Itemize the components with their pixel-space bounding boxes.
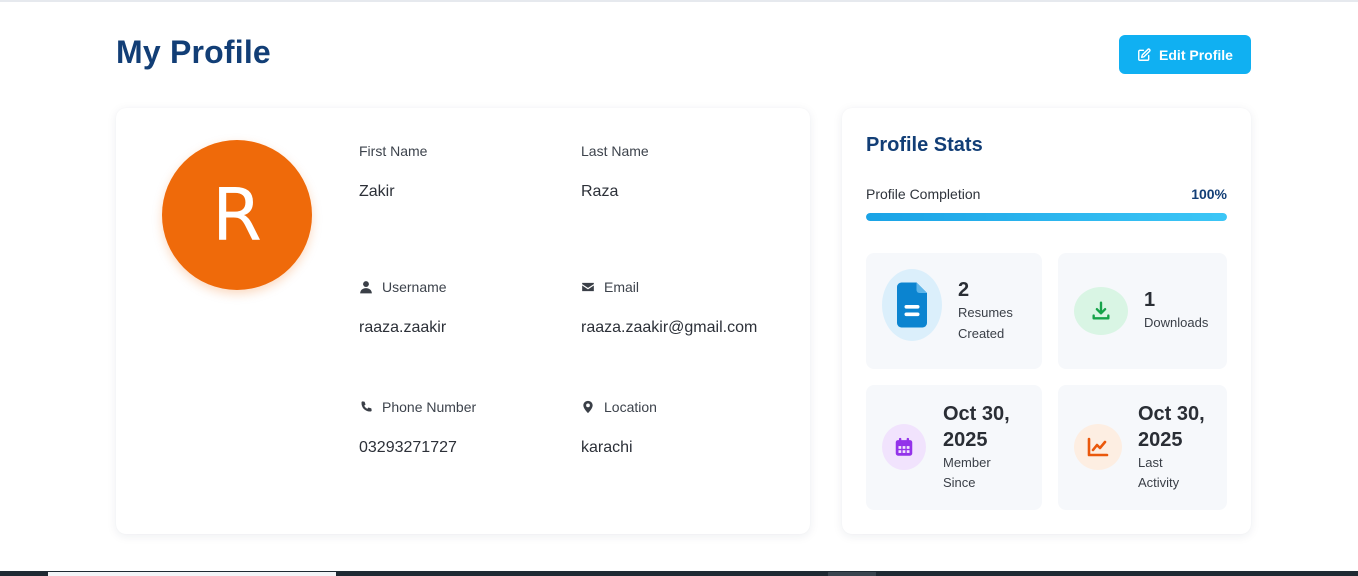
user-icon: [360, 281, 372, 294]
profile-card: R First Name Zakir Last Name Raza Userna…: [116, 108, 810, 534]
member-since-label-line1: Member: [943, 455, 991, 470]
chart-line-icon: [1074, 424, 1122, 470]
page-title: My Profile: [116, 34, 271, 70]
taskbar-segment: [48, 572, 336, 576]
last-activity-date-line1: Oct 30,: [1138, 403, 1205, 425]
last-activity-date-line2: 2025: [1138, 429, 1183, 451]
location-value: karachi: [581, 439, 633, 456]
username-label: Username: [382, 279, 447, 295]
edit-profile-label: Edit Profile: [1159, 46, 1233, 63]
resumes-created-tile: 2 Resumes Created: [866, 253, 1042, 369]
phone-field: Phone Number 03293271727: [359, 399, 476, 457]
first-name-value: Zakir: [359, 183, 395, 200]
last-name-label: Last Name: [581, 143, 649, 159]
edit-icon: [1138, 47, 1151, 61]
completion-value: 100%: [1191, 186, 1227, 202]
downloads-count: 1: [1144, 289, 1156, 311]
map-pin-icon: [583, 400, 593, 414]
phone-value: 03293271727: [359, 439, 457, 456]
completion-progress-fill: [866, 213, 1227, 221]
top-divider: [0, 0, 1358, 2]
username-field: Username raaza.zaakir: [359, 279, 447, 337]
last-activity-tile: Oct 30, 2025 Last Activity: [1058, 385, 1227, 510]
member-since-date-line1: Oct 30,: [943, 403, 1010, 425]
taskbar-segment: [828, 572, 876, 576]
profile-stats-card: Profile Stats Profile Completion 100% 2 …: [842, 108, 1251, 534]
phone-label: Phone Number: [382, 399, 477, 415]
last-activity-label-line1: Last: [1138, 455, 1163, 470]
edit-profile-button[interactable]: Edit Profile: [1119, 35, 1251, 74]
download-icon: [1074, 287, 1128, 335]
member-since-date-line2: 2025: [943, 429, 988, 451]
document-icon: [882, 269, 942, 341]
envelope-icon: [582, 282, 594, 292]
resumes-count: 2: [958, 279, 970, 301]
member-since-label-line2: Since: [943, 475, 976, 490]
avatar: R: [162, 140, 312, 290]
resumes-label-line2: Created: [958, 326, 1005, 341]
last-name-value: Raza: [581, 183, 619, 200]
username-value: raaza.zaakir: [359, 319, 447, 336]
downloads-tile: 1 Downloads: [1058, 253, 1227, 369]
resumes-label-line1: Resumes: [958, 305, 1013, 320]
phone-icon: [361, 401, 372, 412]
first-name-field: First Name Zakir: [359, 143, 427, 201]
bottom-taskbar-strip: [0, 571, 1358, 576]
member-since-tile: Oct 30, 2025 Member Since: [866, 385, 1042, 510]
location-label: Location: [604, 399, 657, 415]
completion-label: Profile Completion: [866, 186, 981, 202]
email-label: Email: [604, 279, 640, 295]
last-name-field: Last Name Raza: [581, 143, 649, 201]
calendar-icon: [882, 424, 926, 470]
email-field: Email raaza.zaakir@gmail.com: [581, 279, 757, 337]
downloads-label: Downloads: [1144, 315, 1209, 330]
completion-progress-bar: [866, 213, 1227, 221]
stats-title: Profile Stats: [866, 134, 983, 156]
last-activity-label-line2: Activity: [1138, 475, 1180, 490]
email-value: raaza.zaakir@gmail.com: [581, 319, 758, 336]
first-name-label: First Name: [359, 143, 428, 159]
location-field: Location karachi: [581, 399, 657, 457]
